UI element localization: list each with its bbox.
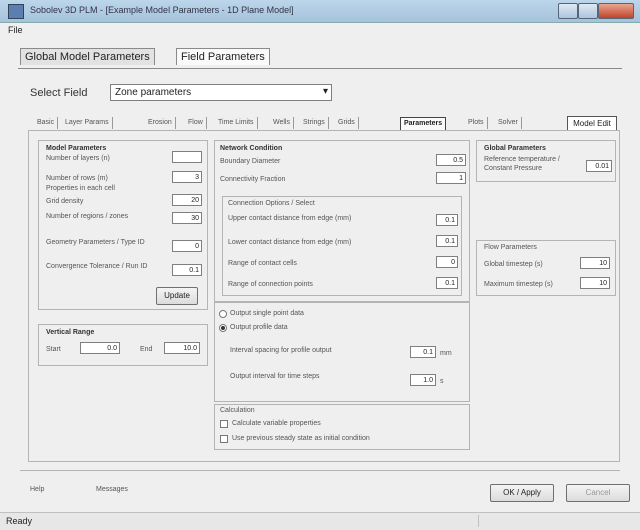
cancel-button[interactable]: Cancel <box>566 484 630 502</box>
status-text: Ready <box>6 516 33 526</box>
help-label[interactable]: Help <box>30 485 44 494</box>
network-label: Boundary Diameter <box>220 158 281 165</box>
subtab-wells[interactable]: Wells <box>270 117 294 129</box>
minimize-icon[interactable] <box>558 3 578 19</box>
tab-global-model-parameters[interactable]: Global Model Parameters <box>20 48 155 65</box>
profile-interval-label: Interval spacing for profile output <box>230 347 332 354</box>
update-button[interactable]: Update <box>156 287 198 305</box>
subtab-strings[interactable]: Strings <box>300 117 329 129</box>
flow-options-title: Flow Parameters <box>484 244 537 251</box>
menu-file[interactable]: File <box>8 25 23 35</box>
end-input[interactable]: 10.0 <box>164 342 200 354</box>
param-label: Geometry Parameters / Type ID <box>46 239 145 246</box>
tab-field-parameters[interactable]: Field Parameters <box>176 48 270 65</box>
output-profile-label: Output profile data <box>230 324 288 331</box>
select-field-value: Zone parameters <box>115 87 192 98</box>
connection-input[interactable]: 0 <box>436 256 458 268</box>
param-label: Properties in each cell <box>46 185 115 192</box>
connection-input[interactable]: 0.1 <box>436 235 458 247</box>
connection-label: Upper contact distance from edge (mm) <box>228 215 352 222</box>
select-field-dropdown[interactable]: Zone parameters ▾ <box>110 84 332 101</box>
status-bar: Ready <box>0 512 640 530</box>
select-field-label: Select Field <box>30 87 88 99</box>
network-input[interactable]: 1 <box>436 172 466 184</box>
bottom-divider <box>20 470 620 471</box>
global-params-input[interactable]: 0.01 <box>586 160 612 172</box>
calc-steady-label: Use previous steady state as initial con… <box>232 435 370 442</box>
subtab-grids[interactable]: Grids <box>335 117 359 129</box>
start-input[interactable]: 0.0 <box>80 342 120 354</box>
flow-input[interactable]: 10 <box>580 257 610 269</box>
param-input[interactable] <box>172 151 202 163</box>
connection-label: Range of connection points <box>228 281 313 288</box>
global-params-title: Global Parameters <box>484 145 546 152</box>
app-icon <box>8 4 24 19</box>
param-input[interactable]: 30 <box>172 212 202 224</box>
param-label: Number of rows (m) <box>46 175 108 182</box>
maximize-icon[interactable] <box>578 3 598 19</box>
chevron-down-icon: ▾ <box>322 86 328 97</box>
connection-label: Range of contact cells <box>228 260 297 267</box>
menu-bar: File <box>0 23 640 37</box>
end-label: End <box>140 346 153 353</box>
flow-label: Maximum timestep (s) <box>484 281 553 288</box>
profile-interval-input[interactable]: 0.1 <box>410 346 436 358</box>
param-input[interactable]: 0 <box>172 240 202 252</box>
calc-steady-checkbox[interactable] <box>220 435 228 443</box>
model-params-group <box>38 140 208 310</box>
model-edit-tab[interactable]: Model Edit <box>567 116 617 131</box>
output-profile-radio[interactable] <box>219 324 227 332</box>
time-interval-input[interactable]: 1.0 <box>410 374 436 386</box>
network-label: Connectivity Fraction <box>220 176 286 183</box>
calc-variable-label: Calculate variable properties <box>232 420 321 427</box>
param-input[interactable]: 0.1 <box>172 264 202 276</box>
app-window: Sobolev 3D PLM - [Example Model Paramete… <box>0 0 640 530</box>
connection-label: Lower contact distance from edge (mm) <box>228 239 352 246</box>
time-interval-unit: s <box>440 378 444 385</box>
network-condition-title: Network Condition <box>220 145 283 152</box>
output-single-radio[interactable] <box>219 310 227 318</box>
param-label: Convergence Tolerance / Run ID <box>46 263 148 270</box>
subtab-flow[interactable]: Flow <box>185 117 207 129</box>
model-params-title: Model Parameters <box>46 145 107 152</box>
title-bar: Sobolev 3D PLM - [Example Model Paramete… <box>0 0 640 23</box>
param-input[interactable]: 20 <box>172 194 202 206</box>
subtab-plots[interactable]: Plots <box>465 117 488 129</box>
param-input[interactable]: 3 <box>172 171 202 183</box>
param-label: Number of layers (n) <box>46 155 110 162</box>
calculation-title: Calculation <box>220 407 255 414</box>
subtab-layer-params[interactable]: Layer Params <box>62 117 113 129</box>
subtab-solver[interactable]: Solver <box>495 117 522 129</box>
subtab-time-limits[interactable]: Time Limits <box>215 117 258 129</box>
time-interval-label: Output interval for time steps <box>230 373 320 380</box>
connection-options-title: Connection Options / Select <box>228 200 315 207</box>
network-input[interactable]: 0.5 <box>436 154 466 166</box>
output-single-label: Output single point data <box>230 310 304 317</box>
subtab-erosion[interactable]: Erosion <box>145 117 176 129</box>
vertical-range-title: Vertical Range <box>46 329 95 336</box>
start-label: Start <box>46 346 61 353</box>
param-label: Number of regions / zones <box>46 213 129 220</box>
window-title: Sobolev 3D PLM - [Example Model Paramete… <box>30 5 294 15</box>
close-icon[interactable] <box>598 3 634 19</box>
subtab-parameters[interactable]: Parameters <box>400 117 447 131</box>
calc-variable-checkbox[interactable] <box>220 420 228 428</box>
profile-interval-unit: mm <box>440 350 452 357</box>
tab-divider <box>18 68 622 69</box>
connection-input[interactable]: 0.1 <box>436 214 458 226</box>
param-label: Grid density <box>46 198 84 205</box>
ok-button[interactable]: OK / Apply <box>490 484 554 502</box>
messages-label: Messages <box>96 486 128 493</box>
global-params-label: Reference temperature / Constant Pressur… <box>484 156 560 172</box>
flow-input[interactable]: 10 <box>580 277 610 289</box>
connection-input[interactable]: 0.1 <box>436 277 458 289</box>
status-pane <box>478 515 567 527</box>
subtab-basic[interactable]: Basic <box>34 117 59 129</box>
flow-label: Global timestep (s) <box>484 261 543 268</box>
